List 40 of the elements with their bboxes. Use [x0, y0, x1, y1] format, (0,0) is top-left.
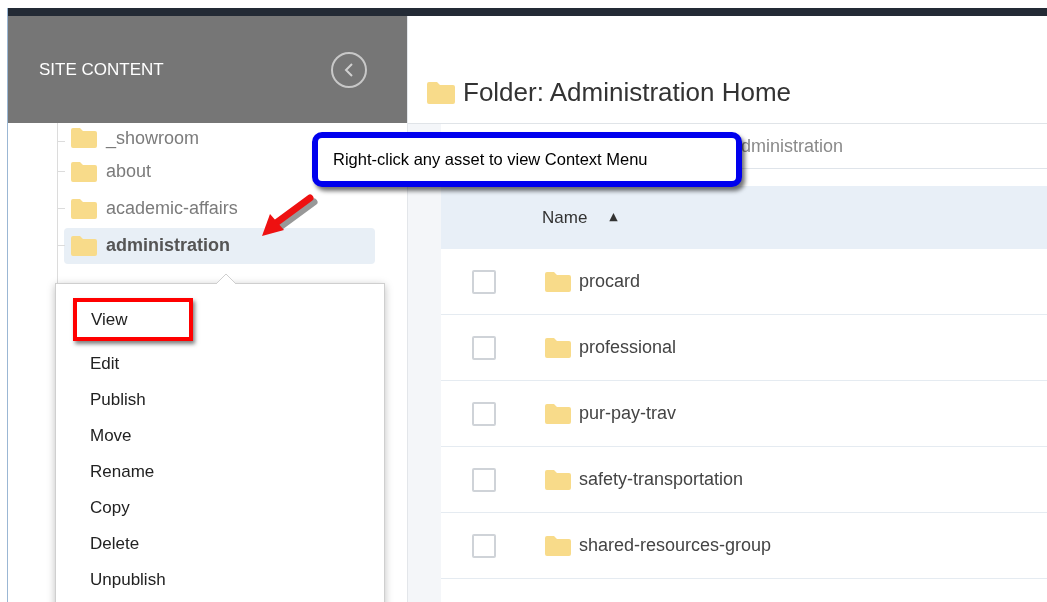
folder-name[interactable]: safety-transportation: [579, 466, 744, 493]
folder-icon: [545, 469, 571, 490]
tree-item[interactable]: about: [64, 156, 156, 187]
collapse-button[interactable]: [331, 51, 367, 88]
folder-icon: [545, 403, 571, 424]
folder-icon: [545, 337, 571, 358]
menu-item[interactable]: Publish: [90, 382, 290, 418]
chevron-left-icon: [343, 61, 355, 78]
sidebar-title: SITE CONTENT: [39, 58, 164, 81]
menu-item[interactable]: Move: [90, 418, 290, 454]
folder-title: Folder: Administration Home: [463, 76, 792, 109]
folder-name[interactable]: professional: [579, 334, 677, 361]
folder-icon: [71, 198, 97, 219]
folder-name[interactable]: pur-pay-trav: [579, 400, 677, 427]
menu-item[interactable]: Rename: [90, 454, 290, 490]
folder-icon: [427, 81, 455, 104]
row-checkbox[interactable]: [472, 335, 496, 360]
row-checkbox[interactable]: [472, 269, 496, 294]
callout-text: Right-click any asset to view Context Menu: [333, 149, 648, 171]
tree-item[interactable]: administration: [64, 227, 375, 264]
name-column-header[interactable]: Name ▲: [542, 204, 618, 231]
folder-icon: [71, 128, 97, 148]
menu-item[interactable]: View: [73, 298, 193, 341]
menu-item[interactable]: Delete: [90, 526, 290, 562]
menu-item[interactable]: Edit: [90, 346, 290, 382]
row-checkbox[interactable]: [472, 467, 496, 492]
pointer-arrow: [262, 194, 318, 236]
menu-item[interactable]: Copy: [90, 490, 290, 526]
row-checkbox[interactable]: [472, 533, 496, 558]
folder-name[interactable]: shared-resources-group: [579, 532, 772, 559]
tree-item[interactable]: _showroom: [64, 123, 204, 153]
row-checkbox[interactable]: [472, 401, 496, 426]
folder-name[interactable]: procard: [579, 268, 641, 295]
menu-item[interactable]: Unpublish: [90, 562, 290, 598]
tree-item[interactable]: academic-affairs: [64, 193, 242, 224]
folder-icon: [545, 535, 571, 556]
folder-icon: [545, 271, 571, 292]
folder-icon: [71, 161, 97, 182]
folder-icon: [71, 235, 97, 256]
sort-indicator: ▲: [609, 209, 618, 226]
